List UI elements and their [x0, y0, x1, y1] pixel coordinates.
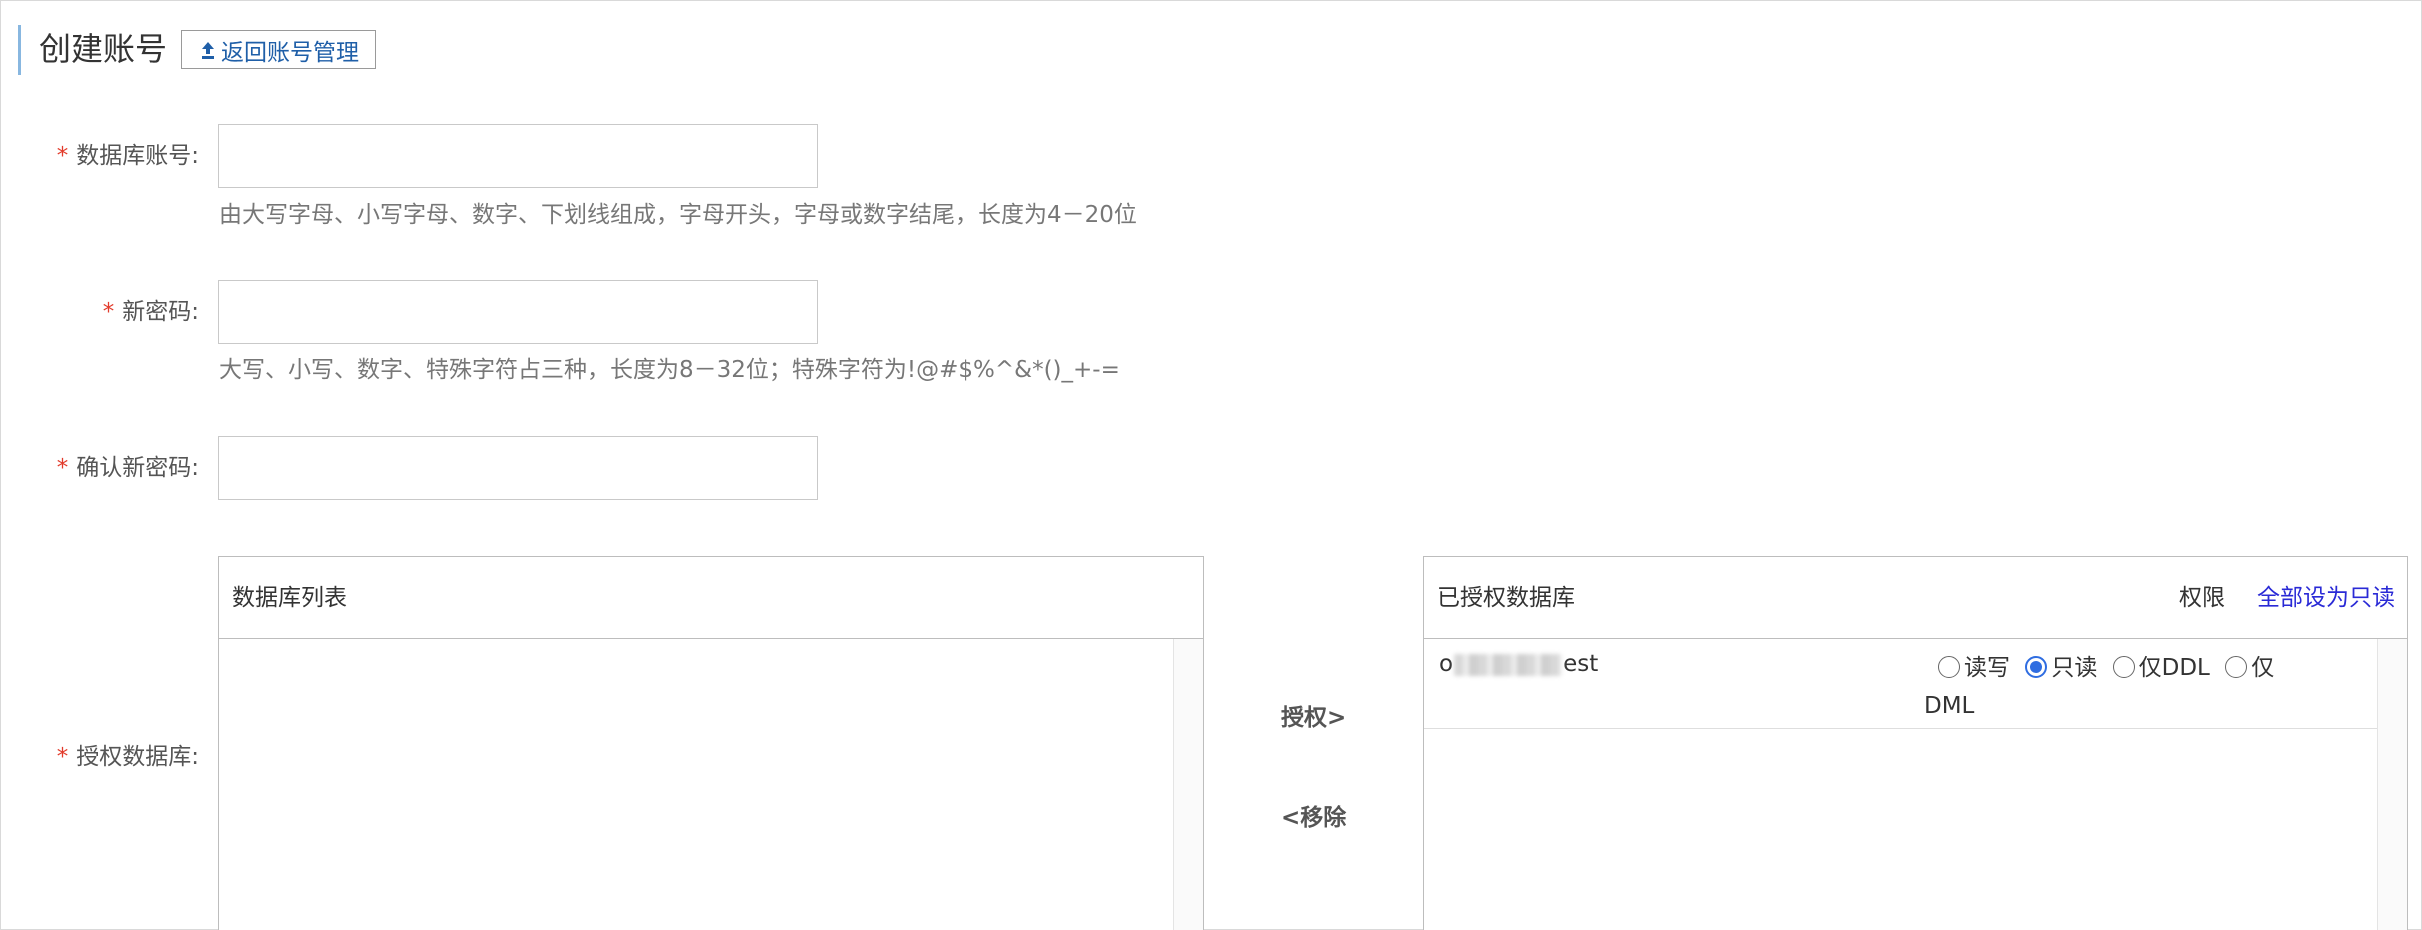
radio-dml-only[interactable]: 仅 [2225, 651, 2274, 685]
password-label: * 新密码: [102, 299, 199, 325]
database-list-panel: 数据库列表 [218, 556, 1204, 930]
required-mark: * [56, 455, 69, 481]
remove-button[interactable]: <移除 [1281, 803, 1346, 833]
password-input[interactable] [218, 280, 818, 344]
account-input[interactable] [218, 124, 818, 188]
radio-read-write[interactable]: 读写 [1938, 651, 2010, 685]
upload-arrow-icon [200, 39, 218, 61]
authorized-database-header: 已授权数据库 权限 全部设为只读 [1424, 557, 2407, 639]
database-list-scrollbar[interactable] [1173, 639, 1203, 930]
database-list-header: 数据库列表 [219, 557, 1203, 639]
radio-circle-icon [2225, 656, 2248, 678]
confirm-password-label: * 确认新密码: [56, 455, 199, 481]
radio-dml-only-label-wrap: DML [1924, 693, 1975, 719]
grant-button[interactable]: 授权> [1281, 703, 1346, 733]
account-hint: 由大写字母、小写字母、数字、下划线组成，字母开头，字母或数字结尾，长度为4－20… [219, 202, 1137, 228]
required-mark: * [56, 143, 69, 169]
radio-circle-icon [1938, 656, 1960, 678]
permission-radio-group: 读写 只读 仅DDL 仅 DML [1924, 651, 2338, 723]
radio-selected-icon [2025, 656, 2048, 678]
page-title: 创建账号 [39, 30, 168, 68]
set-all-readonly-link[interactable]: 全部设为只读 [2257, 583, 2395, 613]
title-bar: 创建账号 [18, 25, 167, 75]
password-hint: 大写、小写、数字、特殊字符占三种，长度为8－32位；特殊字符为!@#$%^&*(… [219, 357, 1120, 383]
authorized-database-scrollbar[interactable] [2377, 639, 2407, 930]
required-mark: * [102, 299, 115, 325]
permission-label: 权限 [2179, 585, 2225, 611]
back-to-account-management-button[interactable]: 返回账号管理 [181, 30, 376, 69]
page-frame: 创建账号 返回账号管理 * 数据库账号: 由大写字母、小写字母、数字、下划线组成，… [0, 0, 2422, 930]
back-button-label: 返回账号管理 [221, 39, 359, 66]
authorized-database-panel: 已授权数据库 权限 全部设为只读 o est 读写 只读 仅DDL 仅 DML [1423, 556, 2408, 930]
account-label: * 数据库账号: [56, 143, 199, 169]
radio-ddl-only[interactable]: 仅DDL [2112, 651, 2210, 685]
radio-read-only[interactable]: 只读 [2025, 651, 2097, 685]
required-mark: * [56, 744, 69, 770]
database-list-title: 数据库列表 [232, 585, 347, 611]
redacted-text-mask [1454, 653, 1563, 676]
authorized-database-title: 已授权数据库 [1437, 585, 1575, 611]
radio-circle-icon [2112, 656, 2135, 678]
authorized-db-row[interactable]: o est 读写 只读 仅DDL 仅 DML [1424, 639, 2377, 729]
authorize-db-label: * 授权数据库: [56, 744, 199, 770]
authorized-db-name: o est [1439, 651, 1599, 677]
confirm-password-input[interactable] [218, 436, 818, 500]
